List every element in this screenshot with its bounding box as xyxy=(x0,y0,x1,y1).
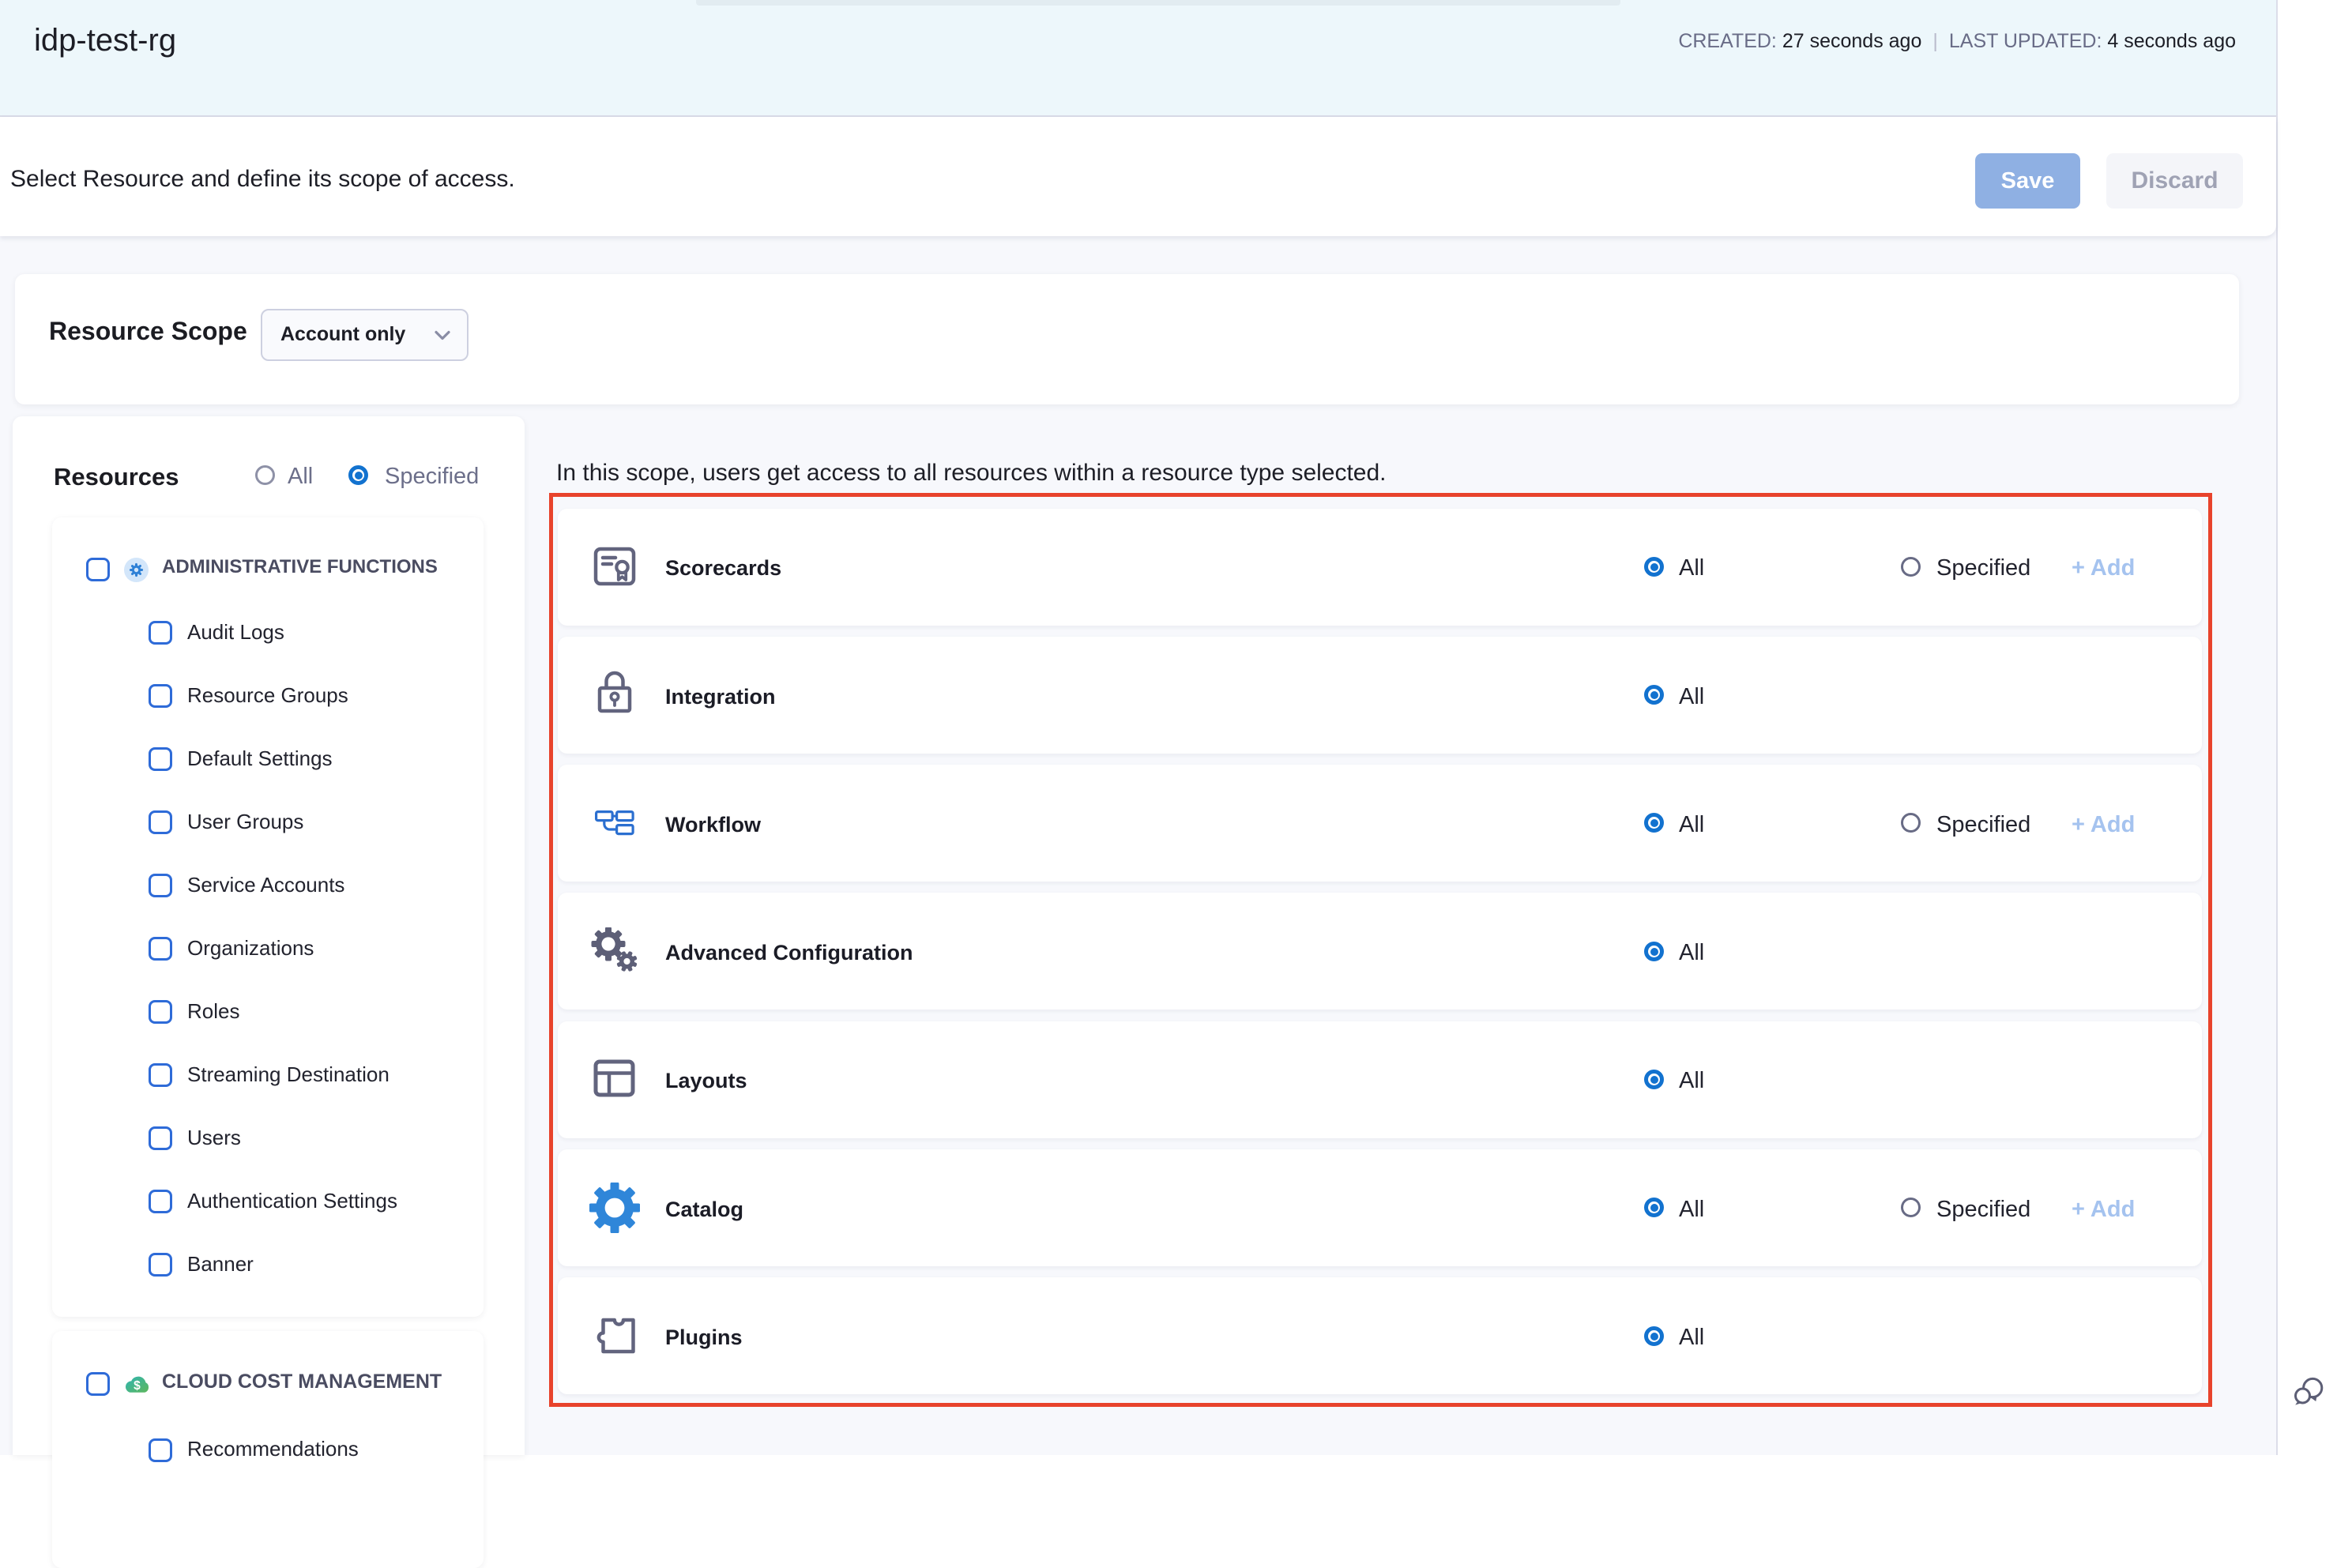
svg-text:$: $ xyxy=(134,1379,141,1393)
